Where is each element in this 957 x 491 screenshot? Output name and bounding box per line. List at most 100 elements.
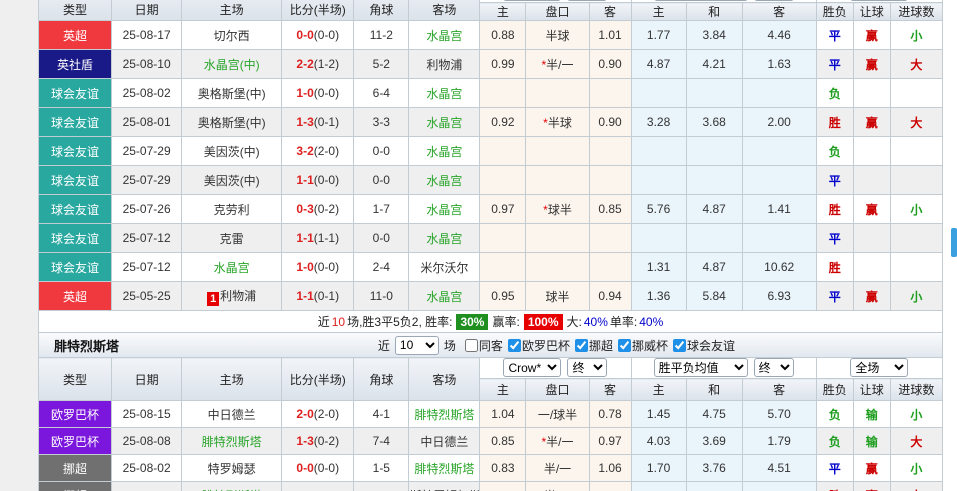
match-date: 25-08-10 bbox=[112, 50, 182, 79]
filter-item: 挪超 bbox=[575, 337, 613, 354]
odds-away bbox=[742, 166, 816, 195]
avg-stage-select[interactable]: 终 bbox=[754, 0, 794, 1]
away-team: 水晶宫 bbox=[426, 174, 462, 188]
odds-company-select[interactable]: Crow* bbox=[503, 358, 561, 377]
summary-segment: 40% bbox=[584, 315, 608, 329]
filter-checkbox[interactable] bbox=[465, 339, 478, 352]
goals-result bbox=[890, 166, 942, 195]
scope-select[interactable]: 全场 bbox=[850, 0, 908, 1]
column-header: 客 bbox=[742, 3, 816, 21]
odds-away: 1.63 bbox=[742, 50, 816, 79]
match-date: 25-05-25 bbox=[112, 282, 182, 311]
odds-stage-select[interactable]: 终 bbox=[567, 358, 607, 377]
odds-home: 1.45 bbox=[631, 401, 686, 428]
avg-stage-select[interactable]: 终 bbox=[754, 358, 794, 377]
corner-score: 4-1 bbox=[354, 401, 409, 428]
handicap-line: 一/球半 bbox=[526, 401, 589, 428]
avg-odds-select[interactable]: 胜平负均值 bbox=[654, 358, 748, 377]
column-header: 主 bbox=[631, 3, 686, 21]
scope-select[interactable]: 全场 bbox=[850, 358, 908, 377]
odds-away bbox=[742, 137, 816, 166]
filter-item: 挪威杯 bbox=[618, 337, 668, 354]
match-row: 英超25-08-17切尔西0-0(0-0)11-2水晶宫0.88半球1.011.… bbox=[39, 21, 943, 50]
avg-odds-select[interactable]: 胜平负均值 bbox=[654, 0, 748, 1]
league-badge: 球会友谊 bbox=[39, 253, 112, 282]
result: 平 bbox=[816, 50, 853, 79]
odds-draw: 4.87 bbox=[686, 253, 742, 282]
filter-checkbox[interactable] bbox=[618, 339, 631, 352]
odds-draw: 5.84 bbox=[686, 282, 742, 311]
home-team: 腓特烈斯塔 bbox=[202, 435, 262, 449]
handicap-line: 半球 bbox=[526, 21, 589, 50]
summary-segment: 40% bbox=[639, 315, 663, 329]
handicap-home-odds: 0.92 bbox=[480, 108, 526, 137]
odds-home bbox=[631, 482, 686, 491]
odds-draw: 3.76 bbox=[686, 455, 742, 482]
filter-checkbox[interactable] bbox=[673, 339, 686, 352]
match-row: 球会友谊25-07-12克雷1-1(1-1)0-0水晶宫平 bbox=[39, 224, 943, 253]
handicap-result: 赢 bbox=[853, 195, 890, 224]
odds-away bbox=[742, 79, 816, 108]
league-badge: 球会友谊 bbox=[39, 108, 112, 137]
column-header: 胜负 bbox=[816, 3, 853, 21]
league-badge: 球会友谊 bbox=[39, 195, 112, 224]
handicap-line: *半球 bbox=[526, 108, 589, 137]
score: 1-0(0-0) bbox=[282, 253, 354, 282]
star-marker: * bbox=[543, 203, 548, 217]
odds-away bbox=[742, 224, 816, 253]
result: 平 bbox=[816, 455, 853, 482]
corner-score: 0-0 bbox=[354, 166, 409, 195]
league-badge: 球会友谊 bbox=[39, 137, 112, 166]
handicap-home-odds bbox=[480, 482, 526, 491]
column-header: 进球数 bbox=[890, 3, 942, 21]
star-marker: * bbox=[541, 58, 546, 72]
home-team: 利物浦 bbox=[220, 289, 256, 303]
odds-home: 3.28 bbox=[631, 108, 686, 137]
away-team: 水晶宫 bbox=[426, 232, 462, 246]
odds-draw bbox=[686, 482, 742, 491]
odds-home: 5.76 bbox=[631, 195, 686, 224]
score: 2-0(2-0) bbox=[282, 401, 354, 428]
handicap-home-odds: 0.97 bbox=[480, 195, 526, 224]
filter-label: 挪超 bbox=[589, 337, 613, 354]
odds-home: 4.87 bbox=[631, 50, 686, 79]
recent-count-select[interactable]: 10 bbox=[395, 336, 439, 355]
odds-away: 1.41 bbox=[742, 195, 816, 224]
home-team: 水晶宫 bbox=[214, 261, 250, 275]
scrollbar-fragment[interactable] bbox=[951, 228, 957, 257]
match-date: 25-08-15 bbox=[112, 401, 182, 428]
handicap-away-odds: 1.01 bbox=[589, 21, 631, 50]
section-header-bar: 腓特烈斯塔 近 10 场 同客欧罗巴杯挪超挪威杯球会友谊 bbox=[38, 332, 943, 357]
match-row: 球会友谊25-08-02奥格斯堡(中)1-0(0-0)6-4水晶宫负 bbox=[39, 79, 943, 108]
summary-segment: 赢率: bbox=[492, 313, 519, 330]
score: 0-0(0-0) bbox=[282, 21, 354, 50]
odds-stage-select[interactable]: 终 bbox=[567, 0, 607, 1]
match-date: 25-08-17 bbox=[112, 21, 182, 50]
handicap-away-odds: 0.90 bbox=[589, 108, 631, 137]
odds-away: 2.00 bbox=[742, 108, 816, 137]
crystal-palace-history-section: 类型日期主场比分(半场)角球客场Crow*终胜平负均值终全场主盘口客主和客胜负让… bbox=[38, 0, 943, 333]
odds-away: 10.62 bbox=[742, 253, 816, 282]
handicap-result bbox=[853, 224, 890, 253]
league-badge: 挪超 bbox=[39, 455, 112, 482]
result: 平 bbox=[816, 21, 853, 50]
league-badge: 欧罗巴杯 bbox=[39, 428, 112, 455]
filter-checkbox[interactable] bbox=[575, 339, 588, 352]
handicap-away-odds: 0.94 bbox=[589, 282, 631, 311]
odds-home: 1.70 bbox=[631, 455, 686, 482]
result: 负 bbox=[816, 79, 853, 108]
goals-result bbox=[890, 137, 942, 166]
result: 胜 bbox=[816, 253, 853, 282]
handicap-result bbox=[853, 166, 890, 195]
column-header: 主场 bbox=[182, 0, 282, 21]
handicap-result: 输 bbox=[853, 401, 890, 428]
filter-label: 同客 bbox=[479, 337, 503, 354]
odds-draw: 4.21 bbox=[686, 50, 742, 79]
odds-home bbox=[631, 224, 686, 253]
filter-checkbox[interactable] bbox=[508, 339, 521, 352]
league-badge: 球会友谊 bbox=[39, 79, 112, 108]
away-team: 腓特烈斯塔 bbox=[414, 462, 474, 476]
score: 0-0(0-0) bbox=[282, 455, 354, 482]
handicap-result: 赢 bbox=[853, 455, 890, 482]
odds-company-select[interactable]: Crow* bbox=[503, 0, 561, 1]
